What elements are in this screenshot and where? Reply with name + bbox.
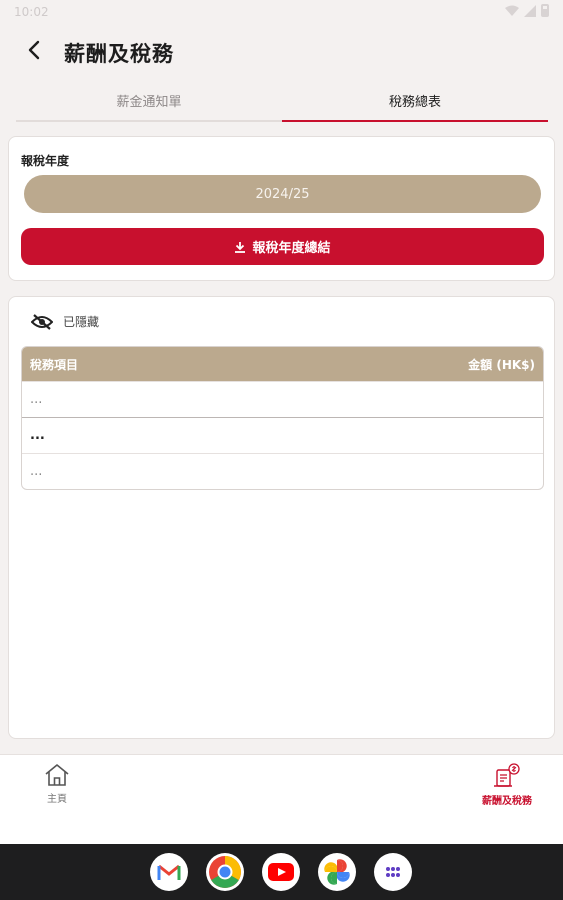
tax-items-card: 已隱藏 稅務項目 金額 (HK$) ... ... ... (8, 296, 555, 739)
status-icons (505, 4, 549, 17)
tax-year-label: 報稅年度 (21, 154, 70, 168)
status-bar: 10:02 (0, 0, 563, 26)
android-dock (0, 844, 563, 900)
wifi-icon (505, 5, 519, 16)
chrome-icon (209, 856, 241, 888)
column-amount: 金額 (HK$) (468, 357, 535, 372)
bottom-nav: 主頁 薪酬及稅務 (0, 754, 563, 844)
youtube-app[interactable] (262, 853, 300, 891)
salary-tax-icon (494, 763, 520, 787)
tab-salary-notice[interactable]: 薪金通知單 (16, 82, 282, 120)
tax-year-summary-button[interactable]: 報稅年度總結 (21, 228, 544, 265)
download-icon (235, 241, 246, 253)
battery-icon (541, 4, 549, 17)
signal-icon (524, 4, 536, 17)
app-drawer[interactable] (374, 853, 412, 891)
back-button[interactable] (20, 36, 48, 64)
visibility-toggle[interactable]: 已隱藏 (31, 313, 99, 330)
table-row: ... (22, 417, 543, 453)
nav-salary-tax[interactable]: 薪酬及稅務 (457, 763, 557, 807)
table-row: ... (22, 453, 543, 489)
page-title: 薪酬及稅務 (64, 42, 174, 66)
eye-off-icon (31, 313, 53, 330)
app-header: 薪酬及稅務 (0, 26, 563, 78)
selected-year-value: 2024/25 (255, 186, 310, 202)
app-drawer-icon (386, 867, 400, 877)
table-row: ... (22, 381, 543, 417)
summary-button-label: 報稅年度總結 (252, 241, 331, 256)
chrome-app[interactable] (206, 853, 244, 891)
gmail-icon (157, 864, 181, 880)
photos-icon (324, 859, 350, 885)
tab-tax-summary[interactable]: 稅務總表 (282, 82, 548, 122)
back-arrow-icon (28, 40, 40, 60)
hidden-status-label: 已隱藏 (63, 315, 100, 329)
nav-home-label: 主頁 (47, 794, 67, 805)
tab-bar: 薪金通知單 稅務總表 (16, 82, 548, 122)
tax-year-selector[interactable]: 2024/25 (24, 175, 541, 213)
home-icon (45, 764, 69, 786)
status-time: 10:02 (14, 5, 49, 19)
column-tax-item: 稅務項目 (30, 357, 79, 372)
table-header: 稅務項目 金額 (HK$) (22, 347, 543, 381)
gmail-app[interactable] (150, 853, 188, 891)
youtube-icon (268, 863, 294, 881)
tax-table: 稅務項目 金額 (HK$) ... ... ... (21, 346, 544, 490)
nav-home[interactable]: 主頁 (7, 763, 107, 805)
tax-year-card: 報稅年度 2024/25 報稅年度總結 (8, 136, 555, 281)
nav-salary-tax-label: 薪酬及稅務 (482, 796, 532, 807)
photos-app[interactable] (318, 853, 356, 891)
